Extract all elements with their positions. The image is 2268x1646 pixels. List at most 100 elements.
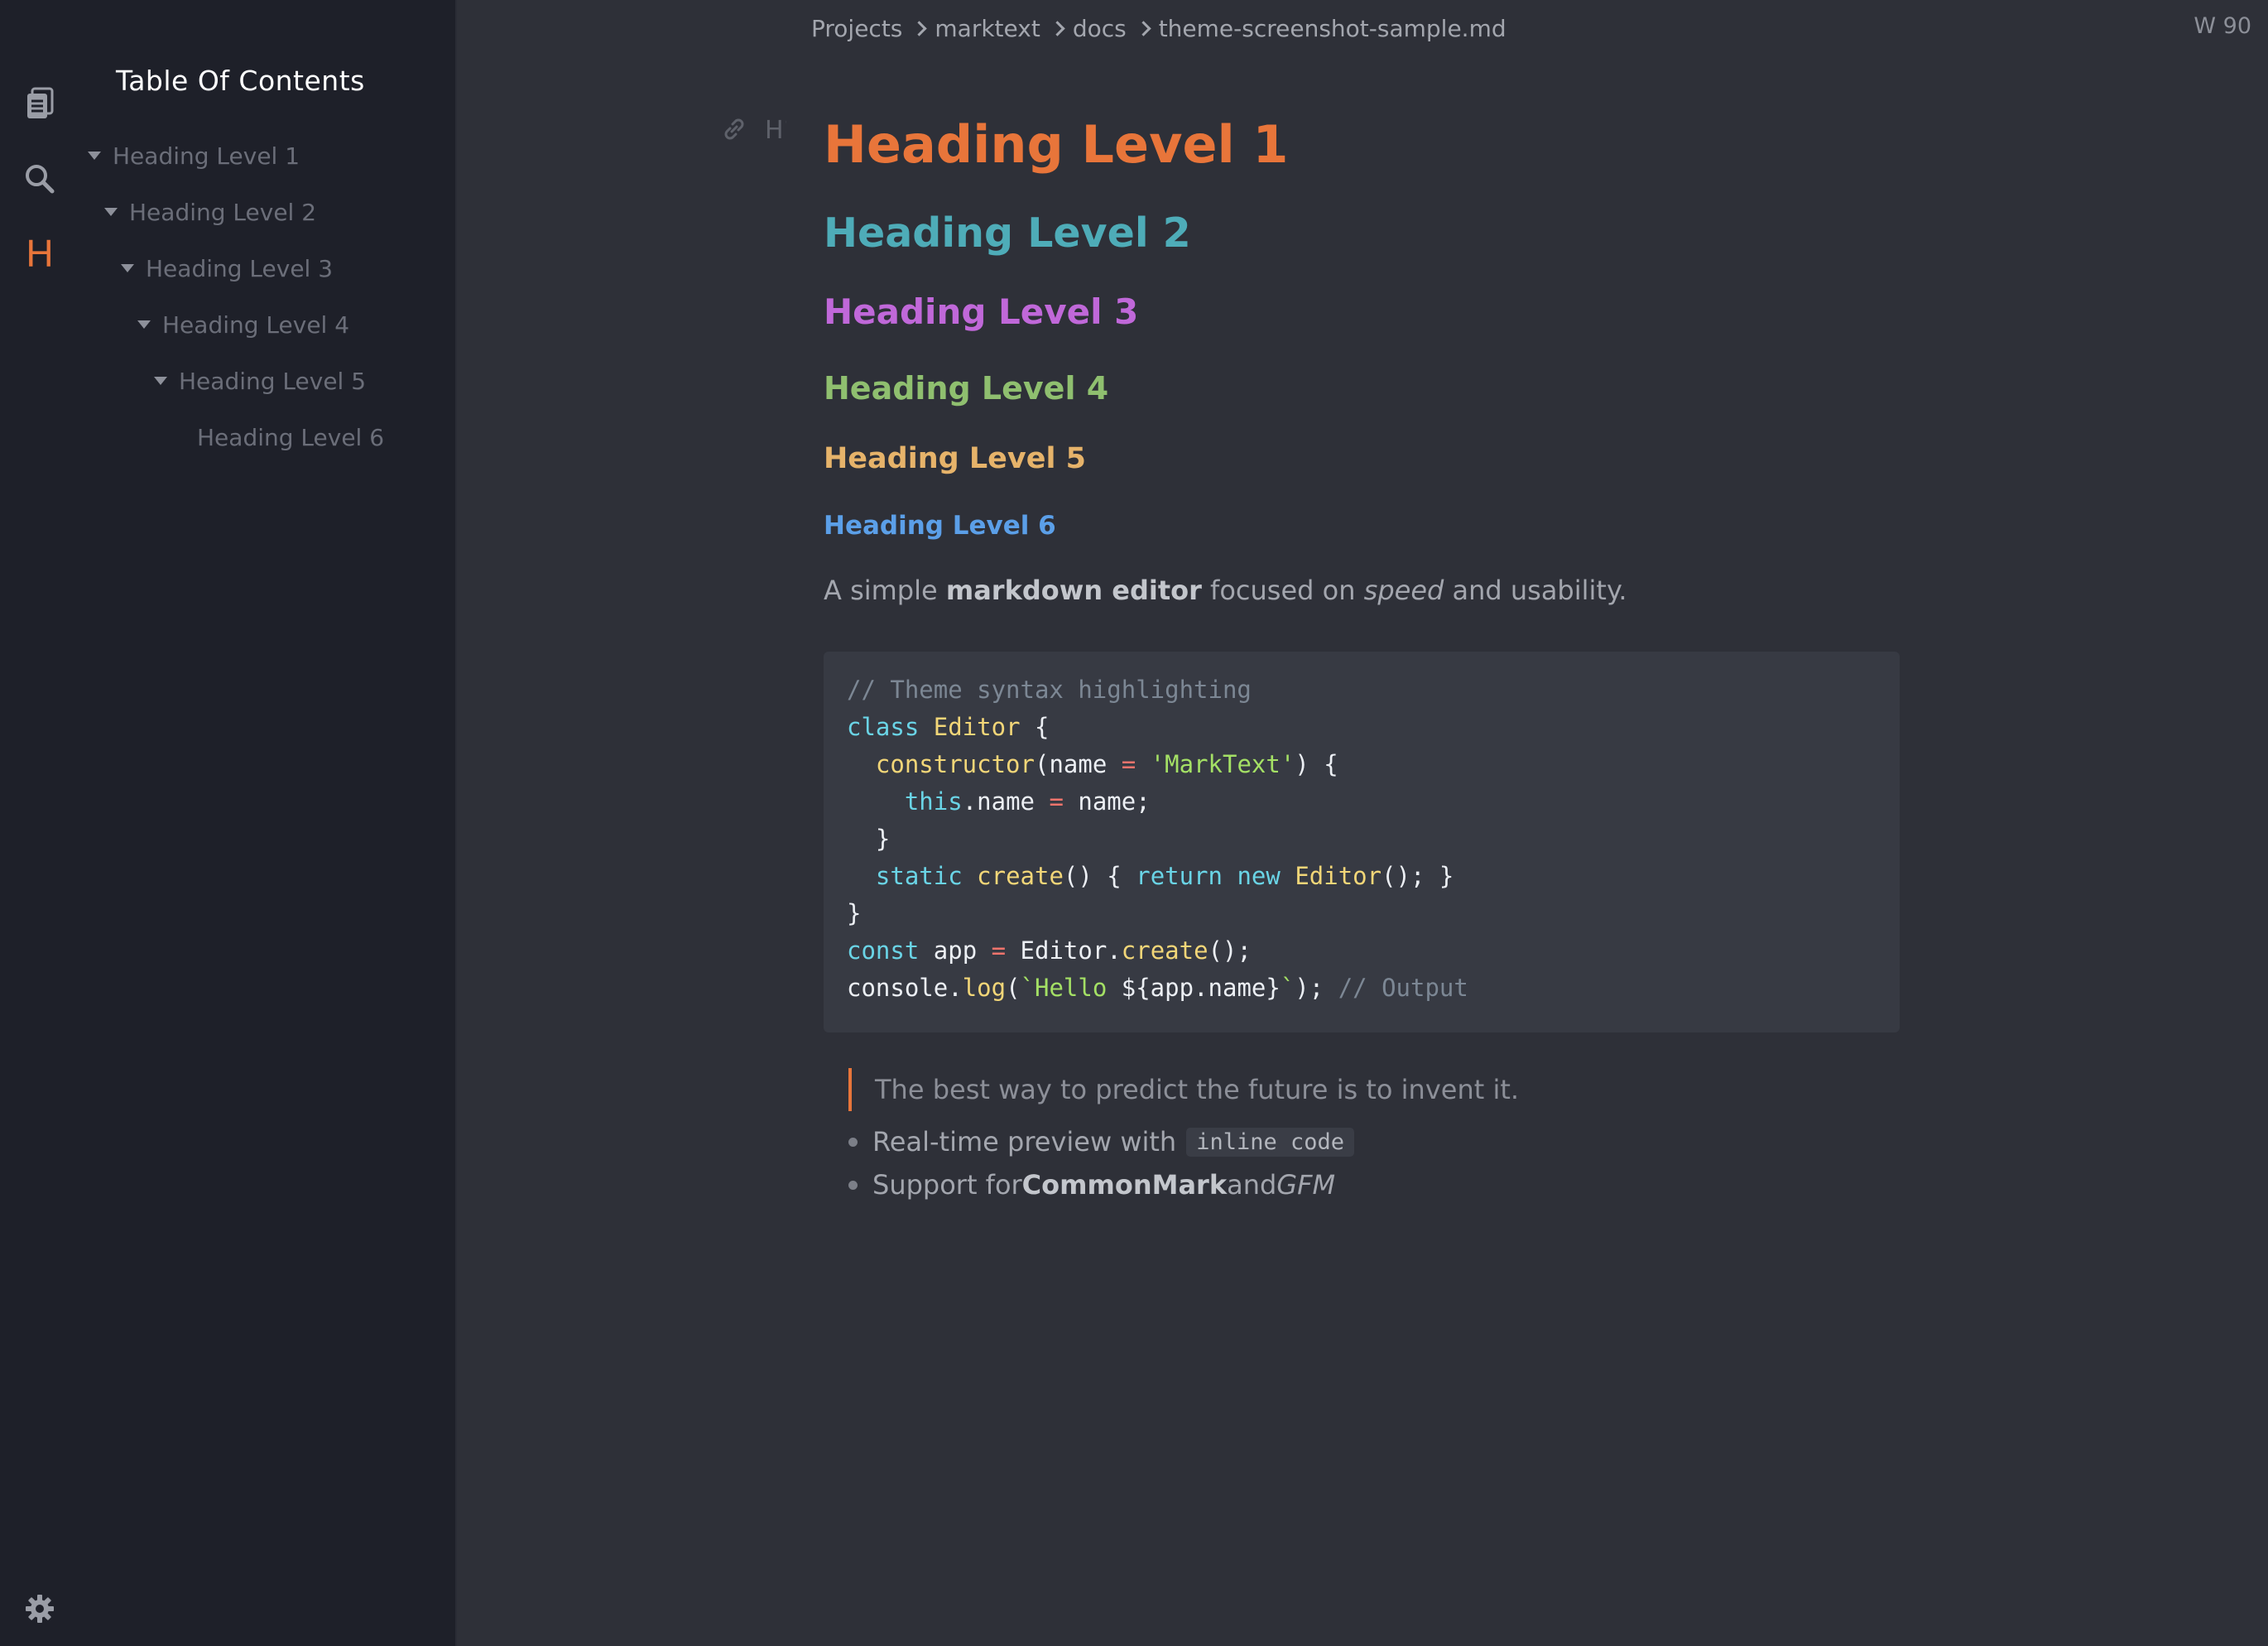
code-function: create [1121, 936, 1208, 965]
code-block[interactable]: // Theme syntax highlighting class Edito… [824, 652, 1900, 1032]
toc-title: Table Of Contents [116, 65, 365, 97]
toc-icon[interactable]: H [0, 230, 79, 277]
heading-5[interactable]: Heading Level 5 [824, 442, 1086, 475]
chevron-down-icon[interactable] [88, 152, 101, 160]
code-comment: // Output [1338, 974, 1468, 1002]
chevron-down-icon[interactable] [121, 264, 134, 272]
list-item[interactable]: Real-time preview with inline code [848, 1126, 1355, 1157]
chevron-right-icon [1136, 20, 1151, 36]
heading-4[interactable]: Heading Level 4 [824, 370, 1108, 407]
list-item-italic: GFM [1276, 1169, 1336, 1201]
code-operator: = [1121, 750, 1136, 778]
code-text: (); [1208, 936, 1252, 965]
code-operator: = [991, 936, 1007, 965]
code-line: } [847, 895, 1876, 932]
code-text: Editor. [1006, 936, 1122, 965]
breadcrumb-item[interactable]: Projects [811, 15, 902, 42]
code-operator: = [1049, 787, 1064, 816]
code-text: ( [1006, 974, 1021, 1002]
toc-item-label: Heading Level 4 [162, 310, 350, 339]
code-string: 'MarkText' [1150, 750, 1295, 778]
toc-item-heading-4[interactable]: Heading Level 4 [137, 305, 349, 344]
code-keyword: const [847, 936, 920, 965]
code-text: { [1020, 713, 1050, 741]
code-text: ); [1295, 974, 1338, 1002]
code-line: const app = Editor.create(); [847, 932, 1876, 970]
inline-code: inline code [1186, 1127, 1355, 1157]
heading-2[interactable]: Heading Level 2 [824, 209, 1191, 257]
chevron-down-icon[interactable] [154, 377, 167, 385]
toc-item-label: Heading Level 1 [113, 142, 300, 170]
code-text: (); } [1381, 862, 1454, 890]
heading-3[interactable]: Heading Level 3 [824, 291, 1138, 332]
code-line: constructor(name = 'MarkText') { [847, 746, 1876, 783]
paragraph-text: A simple [824, 575, 946, 606]
code-text: console. [847, 974, 963, 1002]
toc-item-heading-6[interactable]: Heading Level 6 [197, 417, 384, 457]
blockquote[interactable]: The best way to predict the future is to… [848, 1068, 1519, 1111]
code-class: Editor [1295, 862, 1382, 890]
paragraph-text: and usability. [1444, 575, 1627, 606]
list-item-text: Real-time preview with [872, 1126, 1177, 1157]
code-keyword: this [904, 787, 963, 816]
code-line: static create() { return new Editor(); } [847, 858, 1876, 895]
code-string: ` [1280, 974, 1295, 1002]
code-class: Editor [933, 713, 1021, 741]
code-keyword: class [847, 713, 920, 741]
toc-item-heading-1[interactable]: Heading Level 1 [88, 136, 300, 176]
chevron-down-icon[interactable] [104, 208, 118, 216]
bullet-icon [848, 1137, 858, 1147]
chevron-right-icon [911, 20, 928, 36]
toc-item-label: Heading Level 2 [129, 198, 317, 226]
code-comment: // Theme syntax highlighting [847, 676, 1252, 704]
code-text: app [919, 936, 992, 965]
toc-sidebar: Table Of Contents Heading Level 1 Headin… [79, 0, 457, 1646]
link-icon[interactable] [722, 117, 747, 145]
files-icon[interactable] [0, 81, 79, 126]
code-text: () { [1063, 862, 1136, 890]
heading-6[interactable]: Heading Level 6 [824, 511, 1056, 541]
toc-item-heading-3[interactable]: Heading Level 3 [121, 248, 333, 288]
gear-icon[interactable] [0, 1588, 79, 1629]
list-item-text: Support for [872, 1169, 1022, 1201]
code-line: } [847, 821, 1876, 858]
code-function: log [962, 974, 1007, 1002]
toc-item-label: Heading Level 5 [179, 367, 367, 395]
breadcrumb-file[interactable]: theme-screenshot-sample.md [1159, 15, 1506, 42]
code-text: .name [962, 787, 1050, 816]
code-text: } [847, 825, 891, 853]
breadcrumb-item[interactable]: docs [1073, 15, 1127, 42]
toc-item-label: Heading Level 6 [197, 423, 385, 451]
code-line: this.name = name; [847, 783, 1876, 821]
chevron-right-icon [1050, 20, 1065, 36]
list-item-bold: CommonMark [1021, 1169, 1228, 1201]
breadcrumb-item[interactable]: marktext [935, 15, 1040, 42]
paragraph-bold: markdown editor [945, 575, 1202, 606]
chevron-down-icon[interactable] [137, 320, 151, 329]
code-text: ${app.name} [1121, 974, 1281, 1002]
heading-1[interactable]: Heading Level 1 [824, 114, 1289, 175]
code-line: console.log(`Hello ${app.name}`); // Out… [847, 970, 1876, 1007]
breadcrumb: Projects marktext docs theme-screenshot-… [811, 12, 1506, 45]
code-keyword: return [1136, 862, 1223, 890]
code-line: class Editor { [847, 709, 1876, 746]
heading-tools: H1 [722, 116, 786, 145]
code-text: (name [1034, 750, 1122, 778]
paragraph[interactable]: A simple markdown editor focused on spee… [824, 575, 1627, 606]
bullet-icon [848, 1180, 858, 1190]
activity-bar: H [0, 0, 79, 1646]
toc-item-heading-2[interactable]: Heading Level 2 [104, 192, 316, 232]
code-keyword: static [875, 862, 963, 890]
list-item[interactable]: Support for CommonMark and GFM [848, 1169, 1335, 1201]
code-text: } [847, 899, 862, 927]
search-icon[interactable] [0, 157, 79, 200]
code-keyword: new [1237, 862, 1281, 890]
word-count[interactable]: W 90 [2194, 13, 2251, 39]
toc-item-heading-5[interactable]: Heading Level 5 [154, 361, 366, 401]
code-line: // Theme syntax highlighting [847, 671, 1876, 709]
code-text: ) { [1295, 750, 1338, 778]
list-item-text: and [1227, 1169, 1277, 1201]
paragraph-text: focused on [1201, 575, 1364, 606]
paragraph-italic: speed [1363, 575, 1444, 606]
blockquote-text: The best way to predict the future is to… [875, 1074, 1520, 1105]
